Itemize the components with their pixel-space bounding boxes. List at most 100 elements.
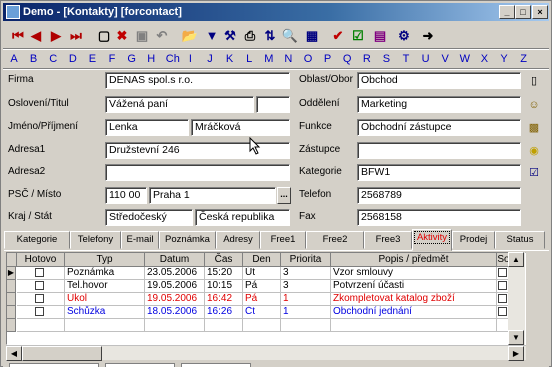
so-checkbox[interactable] <box>498 281 507 290</box>
filter-combo-2[interactable] <box>105 363 175 367</box>
alphabet-letter-e[interactable]: E <box>85 52 99 66</box>
alphabet-letter-u[interactable]: U <box>419 52 433 66</box>
alphabet-letter-x[interactable]: X <box>477 52 491 66</box>
save-icon[interactable]: ▣ <box>133 27 151 45</box>
hotovo-checkbox[interactable] <box>35 294 44 303</box>
sort-icon[interactable]: ⇅ <box>261 27 279 45</box>
alphabet-letter-l[interactable]: L <box>242 52 256 66</box>
alphabet-letter-b[interactable]: B <box>27 52 41 66</box>
scroll-left-icon[interactable]: ◀ <box>6 346 22 361</box>
row-indicator[interactable] <box>7 319 16 332</box>
hotovo-checkbox[interactable] <box>35 281 44 290</box>
cell-datum[interactable]: 19.05.2006 <box>145 280 205 293</box>
row-indicator[interactable] <box>7 280 16 293</box>
cell-den[interactable]: Čt <box>243 306 281 319</box>
filter-combo-1[interactable] <box>9 363 99 367</box>
alphabet-letter-g[interactable]: G <box>125 52 139 66</box>
alphabet-letter-p[interactable]: P <box>321 52 335 66</box>
misto-lookup-button[interactable]: ... <box>277 187 291 204</box>
psc-field[interactable]: 110 00 <box>105 187 147 204</box>
tab-free3[interactable]: Free3 <box>364 231 412 249</box>
prev-record-icon[interactable]: ◀ <box>27 27 45 45</box>
cell-popis[interactable] <box>331 319 497 332</box>
tab-telefony[interactable]: Telefony <box>70 231 121 249</box>
scroll-up-icon[interactable]: ▲ <box>508 252 524 267</box>
tab-kategorie[interactable]: Kategorie <box>4 231 70 249</box>
first-record-icon[interactable]: ⏮ <box>9 27 27 45</box>
report-icon[interactable]: ▤ <box>371 27 389 45</box>
cell-priorita[interactable]: 1 <box>281 293 331 306</box>
card-icon[interactable]: ▩ <box>527 121 541 135</box>
cell-cas[interactable]: 15:20 <box>205 267 243 280</box>
so-checkbox[interactable] <box>498 307 507 316</box>
column-header-5[interactable]: Den <box>243 253 281 267</box>
alphabet-letter-r[interactable]: R <box>360 52 374 66</box>
alphabet-letter-q[interactable]: Q <box>340 52 354 66</box>
so-checkbox[interactable] <box>498 268 507 277</box>
column-header-3[interactable]: Datum <box>145 253 205 267</box>
cell-cas[interactable]: 16:42 <box>205 293 243 306</box>
checklist-icon[interactable]: ☑ <box>527 166 541 180</box>
cell-priorita[interactable] <box>281 319 331 332</box>
cell-priorita[interactable]: 1 <box>281 306 331 319</box>
checkbox-icon[interactable]: ☑ <box>349 27 367 45</box>
exit-icon[interactable]: ➜ <box>419 27 437 45</box>
alphabet-letter-j[interactable]: J <box>203 52 217 66</box>
filter-settings-icon[interactable]: ⚒ <box>221 27 239 45</box>
column-header-6[interactable]: Priorita <box>281 253 331 267</box>
cell-cas[interactable]: 10:15 <box>205 280 243 293</box>
alphabet-letter-t[interactable]: T <box>399 52 413 66</box>
next-record-icon[interactable]: ▶ <box>47 27 65 45</box>
people-icon[interactable]: ☺ <box>527 98 541 112</box>
last-record-icon[interactable]: ⏭ <box>67 27 85 45</box>
funkce-field[interactable]: Obchodní zástupce <box>357 119 521 136</box>
tab-poznamka[interactable]: Poznámka <box>159 231 216 249</box>
new-record-icon[interactable]: ▢ <box>95 27 113 45</box>
hotovo-checkbox[interactable] <box>35 268 44 277</box>
alphabet-letter-a[interactable]: A <box>7 52 21 66</box>
cell-datum[interactable]: 23.05.2006 <box>145 267 205 280</box>
cell-den[interactable]: Pá <box>243 293 281 306</box>
adresa2-field[interactable] <box>105 164 290 181</box>
prijmeni-field[interactable]: Mráčková <box>191 119 290 136</box>
cell-cas[interactable]: 16:26 <box>205 306 243 319</box>
cell-den[interactable]: Pá <box>243 280 281 293</box>
alphabet-letter-n[interactable]: N <box>281 52 295 66</box>
stat-field[interactable]: Česká republika <box>195 209 290 226</box>
tab-free1[interactable]: Free1 <box>260 231 306 249</box>
titul-field[interactable] <box>256 96 290 113</box>
alphabet-letter-w[interactable]: W <box>458 52 472 66</box>
alphabet-letter-c[interactable]: C <box>46 52 60 66</box>
tab-aktivity[interactable]: Aktivity <box>412 229 452 251</box>
check-icon[interactable]: ✔ <box>329 27 347 45</box>
row-indicator[interactable] <box>7 306 16 319</box>
cell-popis[interactable]: Obchodní jednání <box>331 306 497 319</box>
kategorie-field[interactable]: BFW1 <box>357 164 521 181</box>
cell-popis[interactable]: Potvrzení účasti <box>331 280 497 293</box>
column-header-2[interactable]: Typ <box>65 253 145 267</box>
so-checkbox[interactable] <box>498 294 507 303</box>
alphabet-letter-o[interactable]: O <box>301 52 315 66</box>
row-indicator[interactable] <box>7 293 16 306</box>
activities-grid[interactable]: Hotovo Typ Datum Čas Den Priorita Popis / před… <box>6 252 526 345</box>
jmeno-field[interactable]: Lenka <box>105 119 189 136</box>
tab-prodej[interactable]: Prodej <box>452 231 495 249</box>
cell-datum[interactable]: 18.05.2006 <box>145 306 205 319</box>
cell-datum[interactable] <box>145 319 205 332</box>
alphabet-letter-y[interactable]: Y <box>497 52 511 66</box>
alphabet-letter-v[interactable]: V <box>438 52 452 66</box>
telefon-field[interactable]: 2568789 <box>357 187 521 204</box>
fax-field[interactable]: 2568158 <box>357 209 521 226</box>
delete-record-icon[interactable]: ✖ <box>113 27 131 45</box>
alphabet-letter-i[interactable]: I <box>183 52 197 66</box>
adresa1-field[interactable]: Družstevní 246 <box>105 142 290 159</box>
cell-typ[interactable]: Poznámka <box>65 267 145 280</box>
cell-cas[interactable] <box>205 319 243 332</box>
cell-typ[interactable]: Tel.hovor <box>65 280 145 293</box>
close-button[interactable]: × <box>532 5 548 19</box>
title-bar[interactable]: Demo - [Kontakty] [forcontact] _ □ × <box>3 3 549 21</box>
notebook-icon[interactable]: ▯ <box>527 74 541 88</box>
maximize-button[interactable]: □ <box>515 5 531 19</box>
open-folder-icon[interactable]: 📂 <box>181 27 199 45</box>
grid-view-icon[interactable]: ▦ <box>303 27 321 45</box>
